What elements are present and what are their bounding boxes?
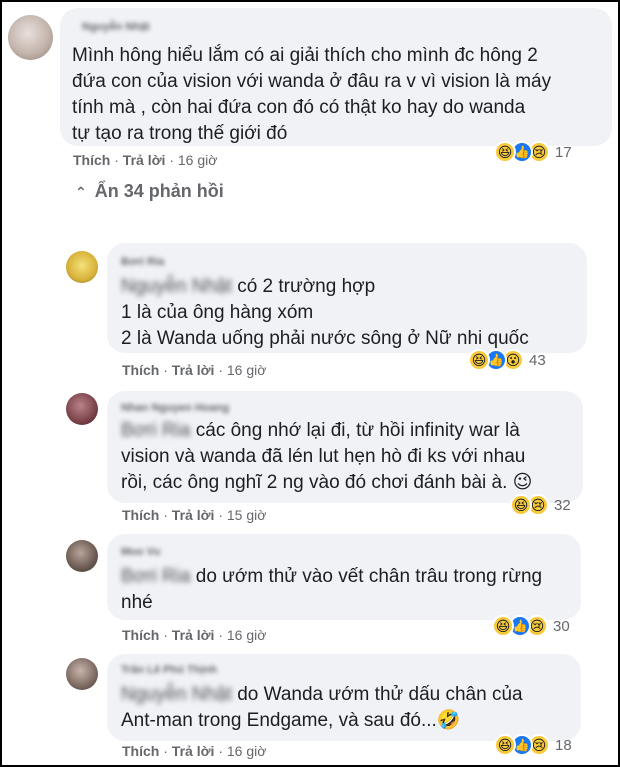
like-link[interactable]: Thích [73, 152, 110, 168]
comment-bubble: Nguyễn Nhật Mình hông hiểu lắm có ai giả… [60, 8, 612, 146]
timestamp[interactable]: 16 giờ [227, 362, 267, 378]
reaction-summary[interactable]: 😆 👍 😮 43 [468, 347, 546, 373]
toggle-label: Ẩn 34 phản hồi [94, 181, 224, 201]
haha-reaction-icon: 😆 [494, 734, 516, 756]
haha-reaction-icon: 😆 [492, 615, 514, 637]
reaction-summary[interactable]: 😆 👍 😢 30 [492, 613, 570, 639]
avatar[interactable] [66, 251, 98, 283]
like-link[interactable]: Thích [122, 627, 159, 643]
reply-link[interactable]: Trả lời [172, 362, 215, 378]
reply-meta: Thích · Trả lời · 16 giờ [122, 627, 267, 643]
avatar[interactable] [66, 658, 98, 690]
reply-bubble: Trần Lê Phú Thịnh Nguyễn Nhật do Wanda ư… [107, 654, 581, 741]
haha-reaction-icon: 😆 [510, 494, 532, 516]
reply-link[interactable]: Trả lời [123, 152, 166, 168]
reaction-summary[interactable]: 😆 👍 😢 18 [494, 732, 572, 758]
reply-text: Bơri Ria các ông nhớ lại đi, từ hồi infi… [121, 418, 533, 493]
hide-replies-toggle[interactable]: ⌃ Ẩn 34 phản hồi [75, 181, 224, 202]
comment-author[interactable]: Nguyễn Nhật [82, 21, 150, 33]
reply-author[interactable]: Nhan Nguyen Hoang [121, 402, 229, 414]
like-link[interactable]: Thích [122, 362, 159, 378]
avatar[interactable] [66, 540, 98, 572]
chevron-up-icon: ⌃ [75, 184, 87, 200]
reply-text: Nguyễn Nhật do Wanda ướm thử dấu chân củ… [121, 682, 523, 731]
reply-text: Nguyễn Nhật có 2 trường hợp 1 là của ông… [121, 274, 529, 349]
reaction-summary[interactable]: 😆 👍 😢 17 [494, 139, 572, 165]
reaction-summary[interactable]: 😆 😢 32 [510, 492, 571, 518]
reply-author[interactable]: Moo Vu [121, 546, 160, 558]
reply-author[interactable]: Trần Lê Phú Thịnh [121, 664, 217, 676]
timestamp[interactable]: 15 giờ [227, 507, 267, 523]
mention-tag[interactable]: Nguyễn Nhật [121, 682, 232, 708]
reply-link[interactable]: Trả lời [172, 627, 215, 643]
reply-bubble: Moo Vu Bơri Ria do ướm thử vào vết chân … [107, 534, 581, 620]
reply-text: Bơri Ria do ướm thử vào vết chân trâu tr… [121, 564, 543, 613]
like-link[interactable]: Thích [122, 743, 159, 759]
reply-link[interactable]: Trả lời [172, 507, 215, 523]
reply-meta: Thích · Trả lời · 15 giờ [122, 507, 267, 523]
like-link[interactable]: Thích [122, 507, 159, 523]
comment-meta: Thích · Trả lời · 16 giờ [73, 152, 218, 168]
reaction-count: 43 [529, 351, 546, 369]
comment-text: Mình hông hiểu lắm có ai giải thích cho … [72, 45, 552, 144]
mention-tag[interactable]: Bơri Ria [121, 564, 190, 590]
timestamp[interactable]: 16 giờ [178, 152, 218, 168]
reply-bubble: Bơri Ria Nguyễn Nhật có 2 trường hợp 1 l… [107, 243, 587, 353]
reply-bubble: Nhan Nguyen Hoang Bơri Ria các ông nhớ l… [107, 391, 583, 503]
timestamp[interactable]: 16 giờ [227, 627, 267, 643]
haha-reaction-icon: 😆 [494, 141, 516, 163]
reaction-count: 32 [554, 496, 571, 514]
reply-meta: Thích · Trả lời · 16 giờ [122, 362, 267, 378]
mention-tag[interactable]: Bơri Ria [121, 418, 190, 444]
haha-reaction-icon: 😆 [468, 349, 490, 371]
reply-meta: Thích · Trả lời · 16 giờ [122, 743, 267, 759]
reply-author[interactable]: Bơri Ria [121, 256, 164, 268]
avatar[interactable] [66, 393, 98, 425]
reply-link[interactable]: Trả lời [172, 743, 215, 759]
mention-tag[interactable]: Nguyễn Nhật [121, 274, 232, 300]
reaction-count: 18 [555, 736, 572, 754]
timestamp[interactable]: 16 giờ [227, 743, 267, 759]
reaction-count: 17 [555, 143, 572, 161]
reaction-count: 30 [553, 617, 570, 635]
avatar[interactable] [8, 15, 53, 60]
